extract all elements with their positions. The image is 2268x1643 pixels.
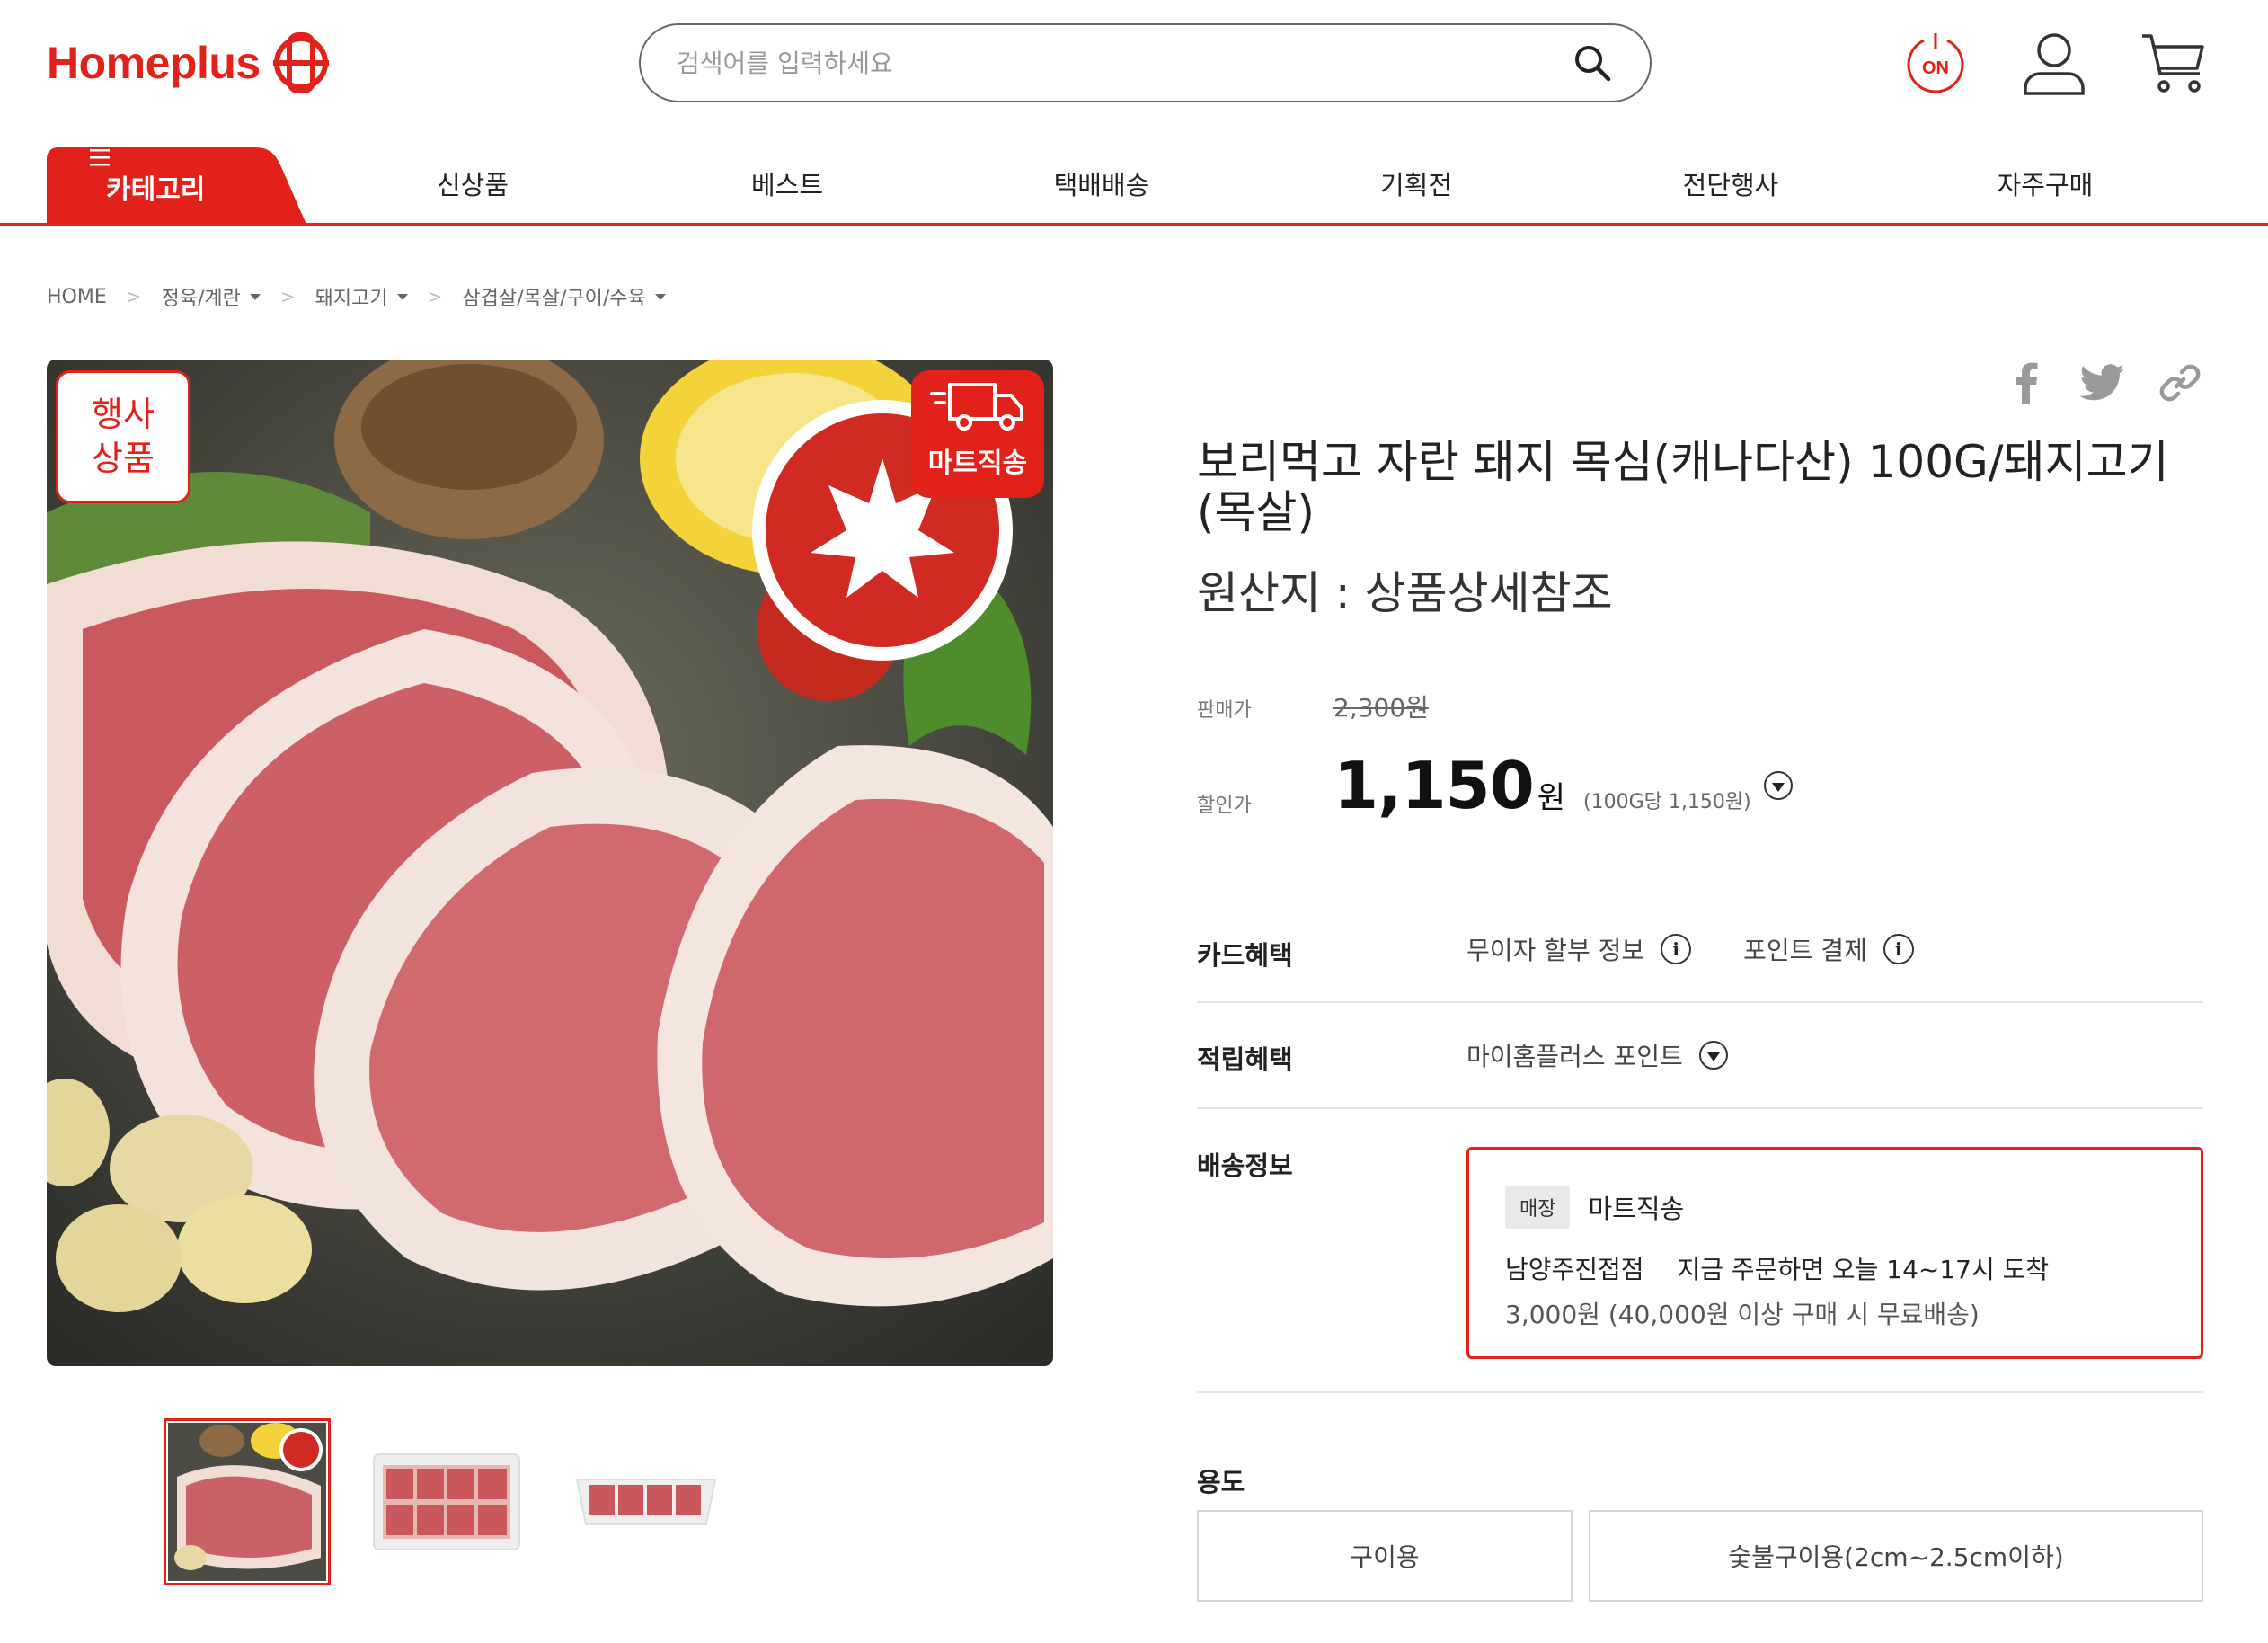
product-main-image[interactable] [47, 360, 1053, 1366]
thumbnail-1[interactable] [164, 1418, 331, 1585]
breadcrumb-separator: > [279, 286, 296, 307]
nav-frequent-purchases[interactable]: 자주구매 [1955, 144, 2135, 223]
card-benefit-label: 카드혜택 [1197, 940, 1293, 971]
thumbnail-2[interactable] [363, 1418, 530, 1585]
category-button[interactable]: 카테고리 [47, 147, 307, 226]
installment-info[interactable]: 무이자 할부 정보 [1466, 931, 1644, 967]
twitter-share-icon[interactable] [2074, 354, 2131, 412]
divider [1197, 1391, 2203, 1393]
my-homeplus-points: 마이홈플러스 포인트 [1466, 1042, 1683, 1071]
nav-exhibitions[interactable]: 기획전 [1326, 144, 1506, 223]
point-benefit-label: 적립혜택 [1197, 1044, 1293, 1075]
breadcrumb: HOME > 정육/계란 > 돼지고기 > 삼겹살/목살/구이/수육 [47, 282, 666, 311]
event-product-badge: 행사 상품 [56, 370, 190, 503]
product-title: 보리먹고 자란 돼지 목심(캐나다산) 100G/돼지고기(목살) [1197, 436, 2169, 538]
sale-price-value: 1,150 [1333, 748, 1535, 823]
sale-price-label: 할인가 [1197, 795, 1252, 817]
mart-direct-badge: 마트직송 [911, 370, 1044, 498]
thumbnail-3[interactable] [563, 1418, 730, 1585]
nav-flyer-events[interactable]: 전단행사 [1641, 144, 1821, 223]
divider [1197, 1107, 2203, 1109]
point-payment-info[interactable]: 포인트 결제 [1743, 931, 1867, 967]
delivery-info-box: 매장 마트직송 남양주진접점 지금 주문하면 오늘 14~17시 도착 3,00… [1466, 1147, 2203, 1359]
breadcrumb-meat-eggs[interactable]: 정육/계란 [162, 282, 261, 311]
usage-label: 용도 [1197, 1467, 1245, 1497]
search-icon[interactable] [1571, 41, 1614, 84]
product-origin: 원산지 : 상품상세참조 [1197, 567, 1613, 619]
category-label: 카테고리 [106, 174, 206, 206]
nav-parcel-delivery[interactable]: 택배배송 [1012, 144, 1192, 223]
usage-option-charcoal-grill[interactable]: 숯불구이용(2cm~2.5cm이하) [1589, 1510, 2203, 1602]
delivery-truck-icon [930, 383, 1023, 431]
info-icon[interactable]: i [1661, 934, 1692, 964]
original-price: 2,300원 [1333, 693, 1429, 723]
caret-down-icon [396, 293, 408, 300]
power-on-icon[interactable]: ON [1900, 27, 1971, 99]
point-benefit-value: 마이홈플러스 포인트 [1466, 1037, 1728, 1073]
search-bar [639, 23, 1652, 102]
global-nav: 카테고리 신상품 베스트 택배배송 기획전 전단행사 자주구매 [0, 144, 2268, 226]
nav-new-products[interactable]: 신상품 [383, 144, 563, 223]
divider [1197, 1001, 2203, 1003]
store-tag: 매장 [1505, 1186, 1571, 1229]
breadcrumb-home[interactable]: HOME [47, 286, 107, 308]
sale-price-currency: 원 [1537, 780, 1566, 816]
search-input[interactable] [677, 48, 1571, 78]
cart-icon[interactable] [2137, 27, 2209, 99]
breadcrumb-separator: > [427, 286, 443, 307]
logo-text: Homeplus [47, 38, 261, 88]
link-copy-icon[interactable] [2151, 354, 2209, 412]
points-toggle-icon[interactable] [1698, 1041, 1728, 1070]
breadcrumb-pork[interactable]: 돼지고기 [315, 282, 408, 311]
logo-mark-icon [272, 32, 329, 93]
unit-price: (100G당 1,150원) [1583, 791, 1751, 813]
facebook-share-icon[interactable] [1997, 354, 2054, 412]
breadcrumb-separator: > [126, 286, 142, 307]
breadcrumb-pork-cuts[interactable]: 삼겹살/목살/구이/수육 [462, 282, 666, 311]
caret-down-icon [249, 293, 261, 300]
card-benefit-values: 무이자 할부 정보 i 포인트 결제 i [1466, 931, 1966, 967]
homeplus-logo[interactable]: Homeplus [47, 27, 332, 99]
user-icon[interactable] [2018, 27, 2090, 99]
sale-price: 1,150 원 (100G당 1,150원) [1333, 748, 1793, 823]
delivery-info-label: 배송정보 [1197, 1150, 1293, 1181]
delivery-method: 마트직송 [1588, 1194, 1685, 1224]
delivery-eta: 지금 주문하면 오늘 14~17시 도착 [1677, 1255, 2050, 1284]
info-icon[interactable]: i [1883, 934, 1914, 964]
delivery-fee: 3,000원 (40,000원 이상 구매 시 무료배송) [1505, 1300, 1980, 1329]
thumbnail-list [164, 1418, 762, 1585]
usage-option-grill[interactable]: 구이용 [1197, 1510, 1573, 1602]
caret-down-icon [654, 293, 666, 300]
price-label: 판매가 [1197, 699, 1252, 722]
unit-price-toggle-icon[interactable] [1763, 771, 1793, 800]
store-name: 남양주진접점 [1505, 1255, 1644, 1284]
nav-best[interactable]: 베스트 [697, 144, 877, 223]
on-label: ON [1922, 58, 1949, 78]
